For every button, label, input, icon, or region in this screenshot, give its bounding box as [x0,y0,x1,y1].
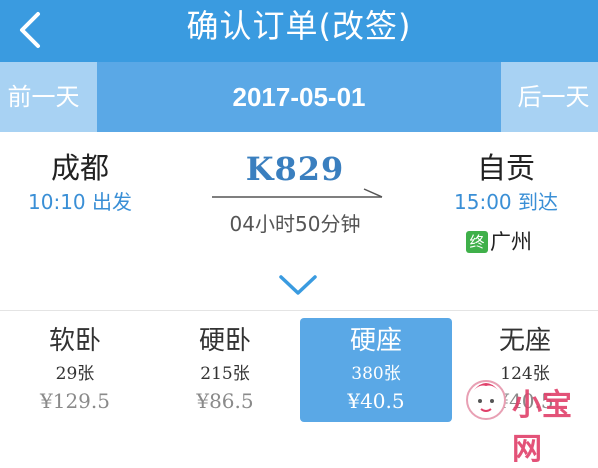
next-day-button[interactable]: 后一天 [501,62,598,132]
seat-price: ¥40.5 [347,389,405,413]
travel-duration: 04小时50分钟 [229,212,361,236]
date-bar: 前一天 2017-05-01 后一天 [0,62,598,132]
direction-arrow-icon [212,188,383,198]
departure-station-name: 成都 [50,151,109,185]
seat-count: 380张 [351,364,401,384]
seat-option-soft-sleeper[interactable]: 软卧 29张 ¥129.5 [0,318,150,431]
arrival-station: 自贡 15:00 到达 [436,148,576,216]
divider [0,310,598,311]
seat-price: ¥129.5 [40,389,110,413]
header-bar: 确认订单(改签) [0,0,598,62]
seat-option-hard-seat[interactable]: 硬座 380张 ¥40.5 [300,318,452,422]
chevron-down-icon[interactable] [277,272,319,298]
seat-option-hard-sleeper[interactable]: 硬卧 215张 ¥86.5 [150,318,300,431]
seat-count: 215张 [200,364,250,384]
watermark: 小宝网 [464,372,596,467]
watermark-text: 小宝网 [512,388,572,467]
seat-count: 29张 [55,364,95,384]
terminal-badge: 终 [466,231,488,253]
prev-day-button[interactable]: 前一天 [0,62,97,132]
terminal-station: 终 广州 [448,228,568,258]
seat-type: 硬卧 [198,326,251,356]
arrival-time: 15:00 到达 [454,190,558,214]
selected-date[interactable]: 2017-05-01 [97,62,501,132]
terminal-station-name: 广州 [490,230,532,254]
page-title: 确认订单(改签) [186,7,412,45]
seat-type: 硬座 [349,326,402,356]
baby-logo-icon [466,380,506,420]
departure-station: 成都 10:10 出发 [20,148,140,216]
seat-type: 软卧 [48,326,101,356]
seat-price: ¥86.5 [196,389,254,413]
train-number[interactable]: K829 [200,150,390,188]
seat-type: 无座 [498,326,551,356]
arrival-station-name: 自贡 [476,151,535,185]
departure-time: 10:10 出发 [28,190,132,214]
